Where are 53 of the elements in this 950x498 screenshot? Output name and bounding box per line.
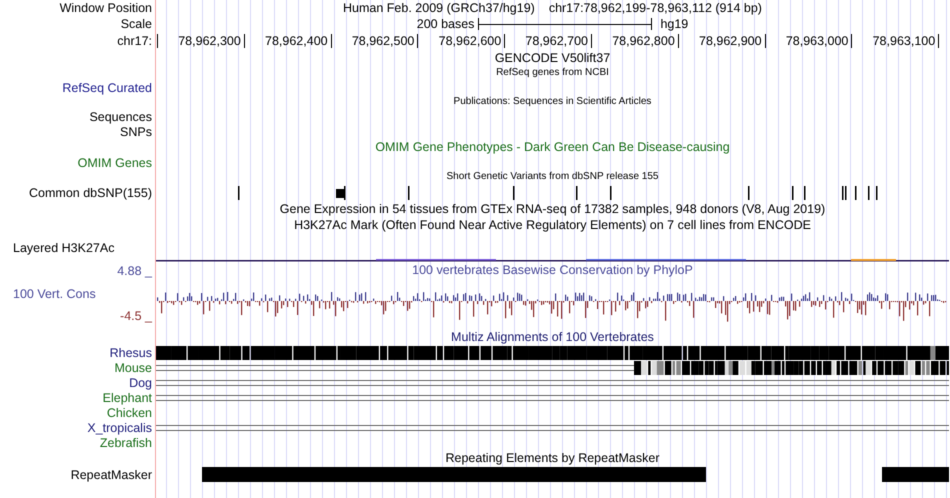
track-label[interactable]: RepeatMasker xyxy=(70,468,152,482)
row-label: Window Position xyxy=(60,1,152,15)
axis-min-label: -4.5 _ xyxy=(120,309,152,323)
track-label[interactable]: Rhesus xyxy=(110,346,152,360)
track-title: OMIM Gene Phenotypes - Dark Green Can Be Disease-causing xyxy=(375,140,730,154)
ruler-label: 78,962,300 xyxy=(178,34,241,48)
track-title: Repeating Elements by RepeatMasker xyxy=(445,451,660,465)
track-title: Gene Expression in 54 tissues from GTEx RNA-seq of 17382 samples, 948 donors (V8, Aug 2019) xyxy=(280,202,826,216)
track-title: RefSeq genes from NCBI xyxy=(496,67,609,79)
track-label[interactable]: Chicken xyxy=(106,406,152,420)
axis-max-label: 4.88 _ xyxy=(117,264,152,278)
ruler-label: 78,962,500 xyxy=(352,34,414,48)
track-label[interactable]: Common dbSNP(155) xyxy=(29,186,152,200)
track-label[interactable]: SNPs xyxy=(120,124,152,138)
ruler-tick xyxy=(504,34,506,48)
track-label[interactable]: RefSeq Curated xyxy=(62,80,152,94)
ruler-label: 78,962,800 xyxy=(612,34,675,48)
track-label[interactable]: Dog xyxy=(129,376,152,390)
track-title: Short Genetic Variants from dbSNP release 155 xyxy=(446,171,658,183)
track-label[interactable]: OMIM Genes xyxy=(78,156,152,170)
ruler-tick xyxy=(590,34,592,48)
assembly-label: hg19 xyxy=(660,17,688,31)
ruler-tick xyxy=(851,34,852,48)
row-label: chr17: xyxy=(117,34,152,48)
ruler-tick xyxy=(157,34,158,48)
ruler-tick xyxy=(938,34,940,48)
assembly-name: Human Feb. 2009 (GRCh37/hg19) xyxy=(343,1,535,15)
scale-text: 200 bases xyxy=(416,17,474,31)
position-text: chr17:78,962,199-78,963,112 (914 bp) xyxy=(548,1,762,15)
ruler-tick xyxy=(417,34,418,48)
ruler-tick xyxy=(764,34,766,48)
ruler-tick xyxy=(244,34,245,48)
ruler-tick xyxy=(678,34,679,48)
ruler-label: 78,963,100 xyxy=(872,34,936,48)
ruler-label: 78,962,600 xyxy=(438,34,502,48)
track-label[interactable]: X_tropicalis xyxy=(87,420,152,434)
track-label[interactable]: Mouse xyxy=(114,360,152,374)
track-title: 100 vertebrates Basewise Conservation by PhyloP xyxy=(412,263,693,277)
track-label[interactable]: Layered H3K27Ac xyxy=(13,241,114,255)
ruler-label: 78,962,400 xyxy=(265,34,328,48)
track-label[interactable]: Sequences xyxy=(89,110,152,124)
row-label: Scale xyxy=(120,17,152,31)
ruler-label: 78,962,900 xyxy=(699,34,762,48)
track-title: GENCODE V50lift37 xyxy=(494,51,610,65)
track-title: Publications: Sequences in Scientific Articles xyxy=(454,96,652,108)
track-label[interactable]: Zebrafish xyxy=(100,436,152,450)
track-title: H3K27Ac Mark (Often Found Near Active Regulatory Elements) on 7 cell lines from ENCODE xyxy=(294,218,811,232)
ruler-label: 78,962,700 xyxy=(525,34,588,48)
track-title: Multiz Alignments of 100 Vertebrates xyxy=(451,330,654,344)
track-label[interactable]: 100 Vert. Cons xyxy=(13,286,152,300)
ruler-tick xyxy=(330,34,332,48)
ruler-label: 78,963,000 xyxy=(786,34,848,48)
track-label[interactable]: Elephant xyxy=(102,390,152,404)
